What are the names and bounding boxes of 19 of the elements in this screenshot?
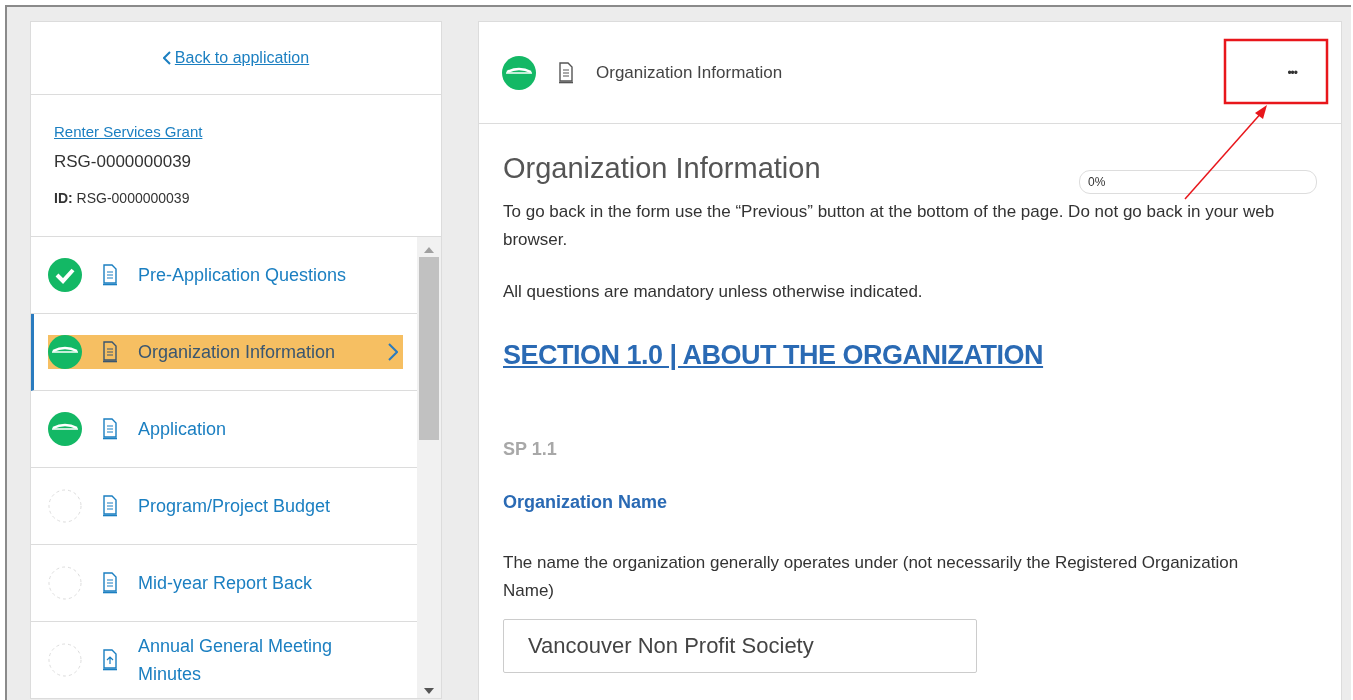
question-code: SP 1.1 (503, 439, 558, 460)
form-title: Organization Information (503, 152, 821, 185)
sidebar-item[interactable]: Organization Information (48, 335, 403, 369)
question-label: Organization Name (503, 492, 669, 513)
program-link[interactable]: Renter Services Grant (54, 123, 203, 140)
note-text: All questions are mandatory unless otherwise indicated. (503, 281, 924, 303)
page-title: Organization Information (596, 62, 784, 83)
sidebar-item[interactable]: Pre-Application Questions (48, 258, 403, 292)
sidebar-item[interactable]: Mid-year Report Back (48, 566, 403, 600)
section-heading-link[interactable]: SECTION 1.0 | ABOUT THE ORGANIZATION (503, 340, 1044, 371)
back-link[interactable]: Back to application (162, 49, 310, 67)
sidebar-item[interactable]: Application (48, 412, 403, 446)
progress-reading: 0% (1087, 175, 1106, 189)
reference-number: RSG-0000000039 (54, 152, 193, 172)
sidebar-item[interactable]: Program/Project Budget (48, 489, 403, 523)
intro-text: To go back in the form use the “Previous” button at the bottom of the page. Do not go back in your web browser. (503, 201, 1276, 251)
help-text: The name the organization generally operates under (not necessarily the Registered Organization Name) (503, 552, 1240, 602)
organization-name-field[interactable]: Vancouver Non Profit Society (503, 619, 977, 673)
id-text: ID: RSG-0000000039 (54, 190, 191, 206)
